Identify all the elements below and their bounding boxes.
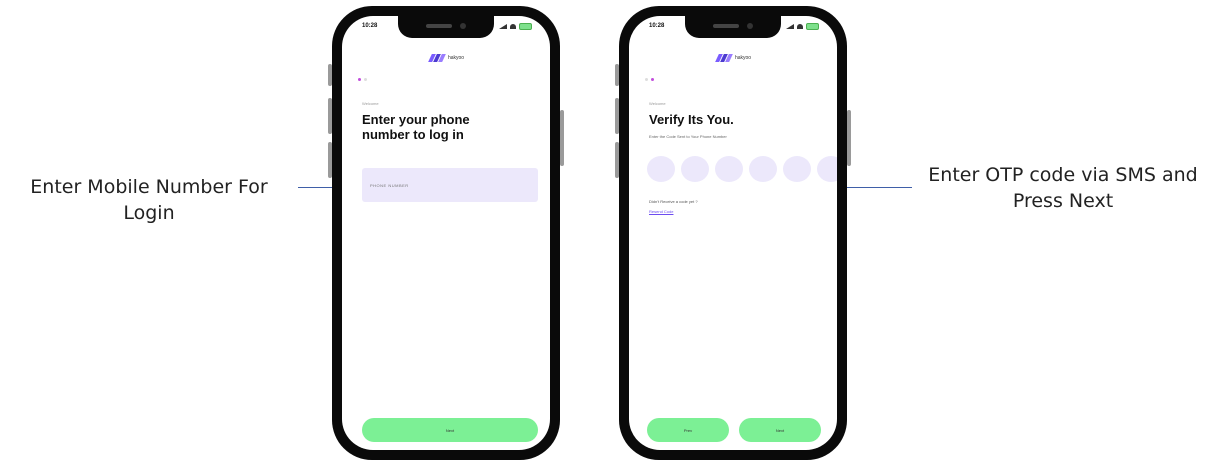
prev-button[interactable]: Prev [647,418,729,442]
phone-side-button [328,98,332,134]
wifi-icon [797,24,803,29]
phone-side-button [560,110,564,166]
phone-side-button [328,64,332,86]
annotation-otp: Enter OTP code via SMS and Press Next [928,164,1198,212]
phone-side-button [615,142,619,178]
phone-number-input[interactable] [362,168,538,202]
battery-icon [519,23,532,30]
otp-digit-input[interactable] [749,156,777,182]
brand-header: hakyoo [342,54,550,62]
status-icons [499,23,532,30]
status-time: 10:28 [362,23,378,29]
signal-icon [786,24,794,29]
otp-digit-input[interactable] [817,156,837,182]
otp-digit-input[interactable] [715,156,743,182]
phone-otp: 10:28 hakyoo Welcome Verify Its You. Ent… [615,6,851,460]
otp-digit-input[interactable] [647,156,675,182]
brand-name: hakyoo [447,55,465,61]
phone-side-button [615,98,619,134]
wifi-icon [510,24,516,29]
step-dot [645,78,648,81]
next-button[interactable]: Next [362,418,538,442]
next-button[interactable]: Next [739,418,821,442]
battery-icon [806,23,819,30]
phone-side-button [328,142,332,178]
signal-icon [499,24,507,29]
notch [685,16,781,38]
brand-logo-icon [715,54,733,62]
otp-digit-input[interactable] [783,156,811,182]
otp-screen: 10:28 hakyoo Welcome Verify Its You. Ent… [629,16,837,450]
status-time: 10:28 [649,23,665,29]
brand-logo-icon [428,54,446,62]
step-dot [364,78,367,81]
step-dot-active [358,78,361,81]
login-screen: 10:28 hakyoo Welcome Enter your phone nu… [342,16,550,450]
eyebrow-text: Welcome [362,101,379,106]
step-indicator [358,78,367,81]
page-title: Enter your phone number to log in [362,112,470,142]
resend-question: Didn't Receive a code yet ? [649,199,698,204]
notch [398,16,494,38]
status-icons [786,23,819,30]
phone-side-button [615,64,619,86]
page-subtitle: Enter the Code Sent to Your Phone Number [649,134,727,139]
eyebrow-text: Welcome [649,101,666,106]
annotation-login: Enter Mobile Number For Login [30,176,268,224]
page-title: Verify Its You. [649,112,734,127]
brand-name: hakyoo [734,55,752,61]
step-indicator [645,78,654,81]
brand-header: hakyoo [629,54,837,62]
phone-login: 10:28 hakyoo Welcome Enter your phone nu… [328,6,564,460]
otp-digit-input[interactable] [681,156,709,182]
phone-side-button [847,110,851,166]
step-dot-active [651,78,654,81]
resend-code-link[interactable]: Resend Code [649,209,673,214]
otp-input-row [647,156,837,182]
